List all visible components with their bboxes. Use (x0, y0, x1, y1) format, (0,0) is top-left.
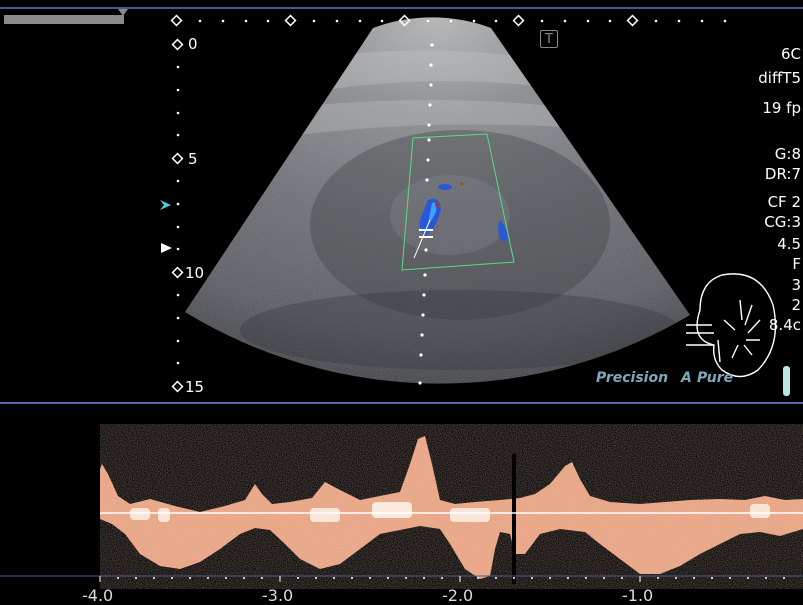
b-mode-image (0, 7, 803, 404)
param-depth: 8.4c (768, 316, 801, 334)
orientation-bar (783, 366, 790, 396)
param-prf: 4.5 (777, 235, 801, 253)
ultrasound-sector (185, 17, 690, 384)
doppler-spectrum (0, 424, 803, 589)
t-icon[interactable]: T (540, 30, 558, 48)
kidney-icon (686, 273, 777, 378)
param-probe: 6C (780, 45, 801, 63)
transmit-marker-icon[interactable] (161, 243, 172, 253)
param-angle: 3 (791, 276, 801, 294)
param-dynamic-range: DR:7 (764, 165, 801, 183)
spectrum-gap (512, 454, 516, 584)
spectral-waveform (100, 424, 803, 589)
depth-label-0: 0 (188, 35, 198, 53)
apure-logo-a: A (681, 370, 692, 386)
param-color-freq: CF 2 (767, 193, 801, 211)
time-label-minus-4: -4.0 (82, 586, 114, 605)
depth-label-5: 5 (188, 150, 198, 168)
param-preset: diffT5 (758, 69, 801, 87)
cine-progress-bar[interactable] (4, 15, 124, 24)
depth-label-15: 15 (185, 378, 205, 396)
depth-label-10: 10 (185, 264, 205, 282)
param-frame-rate: 19 fp (762, 99, 801, 117)
param-filter: F (792, 255, 801, 273)
time-label-minus-1: -1.0 (622, 586, 654, 605)
time-label-minus-2: -2.0 (442, 586, 474, 605)
param-gain: G:8 (774, 145, 801, 163)
depth-scale-markers (171, 38, 184, 393)
time-label-minus-3: -3.0 (262, 586, 294, 605)
param-color-gain: CG:3 (764, 213, 801, 231)
apure-logo: Pure (697, 370, 734, 386)
cine-progress-marker[interactable] (118, 9, 128, 16)
param-sample-volume: 2 (791, 296, 801, 314)
precision-logo: Precision (596, 370, 669, 386)
focus-marker-icon[interactable] (160, 200, 171, 210)
